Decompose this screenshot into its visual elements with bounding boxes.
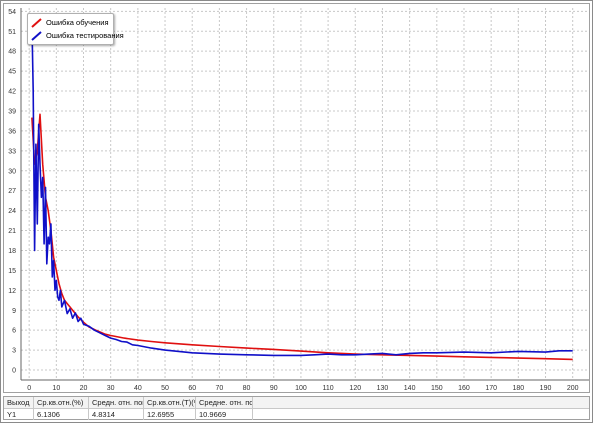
y-tick-label: 15: [8, 268, 16, 275]
error-chart: 0 10 20 30 40 50 60 70 80 90 100 110 120 130 140 150 160…: [8, 8, 589, 392]
stats-table: Выход Ср.кв.отн.(%) Средн. отн. погр Ср.…: [3, 396, 590, 420]
x-tick-label: 190: [540, 385, 552, 392]
legend-label-testing: Ошибка тестирования: [46, 31, 124, 40]
y-tick-label: 30: [8, 168, 16, 175]
table-header-rms-rel: Ср.кв.отн.(%): [34, 397, 89, 408]
y-tick-label: 6: [12, 328, 16, 335]
table-cell-output: Y1: [4, 409, 34, 420]
legend-item-testing: Ошибка тестирования: [31, 30, 124, 42]
x-tick-label: 130: [377, 385, 389, 392]
x-tick-label: 0: [27, 385, 31, 392]
x-tick-label: 180: [512, 385, 524, 392]
y-tick-label: 9: [12, 308, 16, 315]
legend: Ошибка обучения Ошибка тестирования: [27, 13, 124, 45]
chart-window: 0 10 20 30 40 50 60 70 80 90 100 110 120 130 140 150 160…: [0, 0, 593, 423]
y-tick-label: 27: [8, 188, 16, 195]
y-tick-label: 36: [8, 128, 16, 135]
x-tick-label: 40: [134, 385, 142, 392]
x-tick-label: 170: [485, 385, 497, 392]
x-tick-label: 140: [404, 385, 416, 392]
x-tick-label: 120: [349, 385, 361, 392]
y-tick-label: 39: [8, 108, 16, 115]
legend-swatch-training: [31, 18, 42, 28]
table-cell-rms-rel: 6.1306: [34, 409, 89, 420]
y-tick-label: 0: [12, 368, 16, 375]
table-cell-mean-rel-err: 4.8314: [89, 409, 144, 420]
x-tick-label: 20: [80, 385, 88, 392]
table-cell-filler: [253, 409, 589, 420]
table-cell-rms-rel-test: 12.6955: [144, 409, 196, 420]
y-tick-label: 45: [8, 69, 16, 76]
y-tick-label: 21: [8, 228, 16, 235]
legend-item-training: Ошибка обучения: [31, 17, 109, 29]
x-tick-label: 30: [107, 385, 115, 392]
y-tick-label: 33: [8, 148, 16, 155]
y-tick-label: 54: [8, 9, 16, 16]
plot-area: 0 10 20 30 40 50 60 70 80 90 100 110 120 130 140 150 160…: [3, 3, 590, 393]
x-tick-label: 160: [458, 385, 470, 392]
y-tick-label: 18: [8, 248, 16, 255]
x-tick-label: 80: [243, 385, 251, 392]
legend-swatch-testing: [31, 31, 42, 41]
y-tick-label: 24: [8, 208, 16, 215]
table-header-mean-rel-err-test: Средне. отн. пог: [196, 397, 253, 408]
y-tick-label: 3: [12, 348, 16, 355]
y-tick-label: 48: [8, 49, 16, 56]
table-header-rms-rel-test: Ср.кв.отн.(T)(%): [144, 397, 196, 408]
x-tick-label: 200: [567, 385, 579, 392]
y-tick-label: 12: [8, 288, 16, 295]
x-tick-label: 70: [215, 385, 223, 392]
x-tick-label: 10: [52, 385, 60, 392]
table-header-row: Выход Ср.кв.отн.(%) Средн. отн. погр Ср.…: [4, 397, 589, 409]
table-header-output: Выход: [4, 397, 34, 408]
x-tick-label: 100: [295, 385, 307, 392]
x-tick-label: 90: [270, 385, 278, 392]
x-tick-label: 150: [431, 385, 443, 392]
table-header-mean-rel-err: Средн. отн. погр: [89, 397, 144, 408]
y-tick-label: 42: [8, 89, 16, 96]
table-cell-mean-rel-err-test: 10.9669: [196, 409, 253, 420]
table-header-filler: [253, 397, 589, 408]
x-tick-label: 60: [188, 385, 196, 392]
legend-label-training: Ошибка обучения: [46, 18, 109, 27]
x-tick-label: 110: [323, 385, 334, 392]
table-row[interactable]: Y1 6.1306 4.8314 12.6955 10.9669: [4, 409, 589, 420]
y-tick-label: 51: [8, 29, 16, 36]
x-tick-label: 50: [161, 385, 169, 392]
